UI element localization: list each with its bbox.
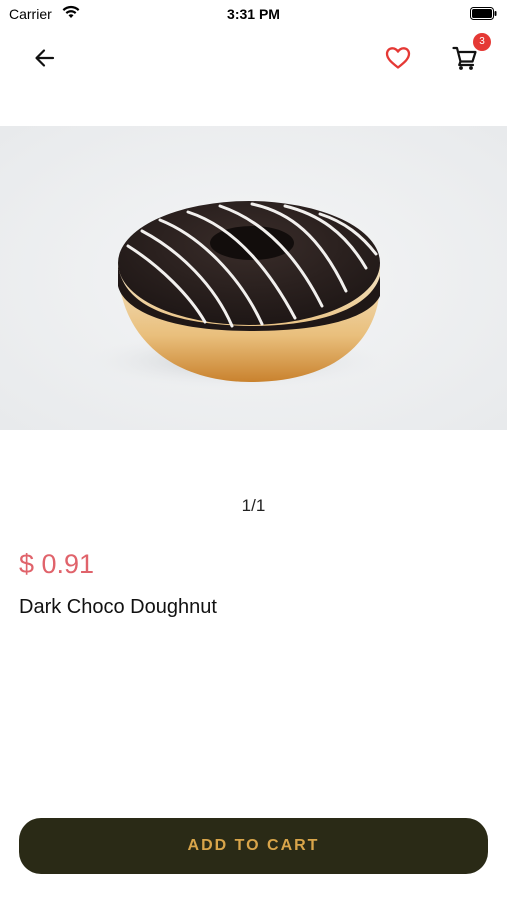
heart-icon bbox=[385, 46, 411, 75]
shopping-cart-icon bbox=[452, 45, 478, 76]
product-image bbox=[0, 126, 507, 430]
battery-icon bbox=[470, 7, 497, 25]
image-pager: 1/1 bbox=[241, 496, 266, 515]
chocolate-doughnut-photo bbox=[0, 126, 507, 430]
product-price: $ 0.91 bbox=[19, 549, 95, 579]
back-button[interactable] bbox=[28, 44, 60, 76]
favorite-button[interactable] bbox=[382, 44, 414, 76]
status-bar: Carrier 3:31 PM bbox=[0, 0, 507, 28]
app-bar: 3 bbox=[0, 33, 507, 82]
add-to-cart-button[interactable]: ADD TO CART bbox=[19, 818, 488, 874]
clock: 3:31 PM bbox=[227, 6, 280, 22]
arrow-left-icon bbox=[33, 47, 55, 74]
cart-count-badge: 3 bbox=[473, 33, 491, 51]
product-name: Dark Choco Doughnut bbox=[19, 596, 217, 618]
